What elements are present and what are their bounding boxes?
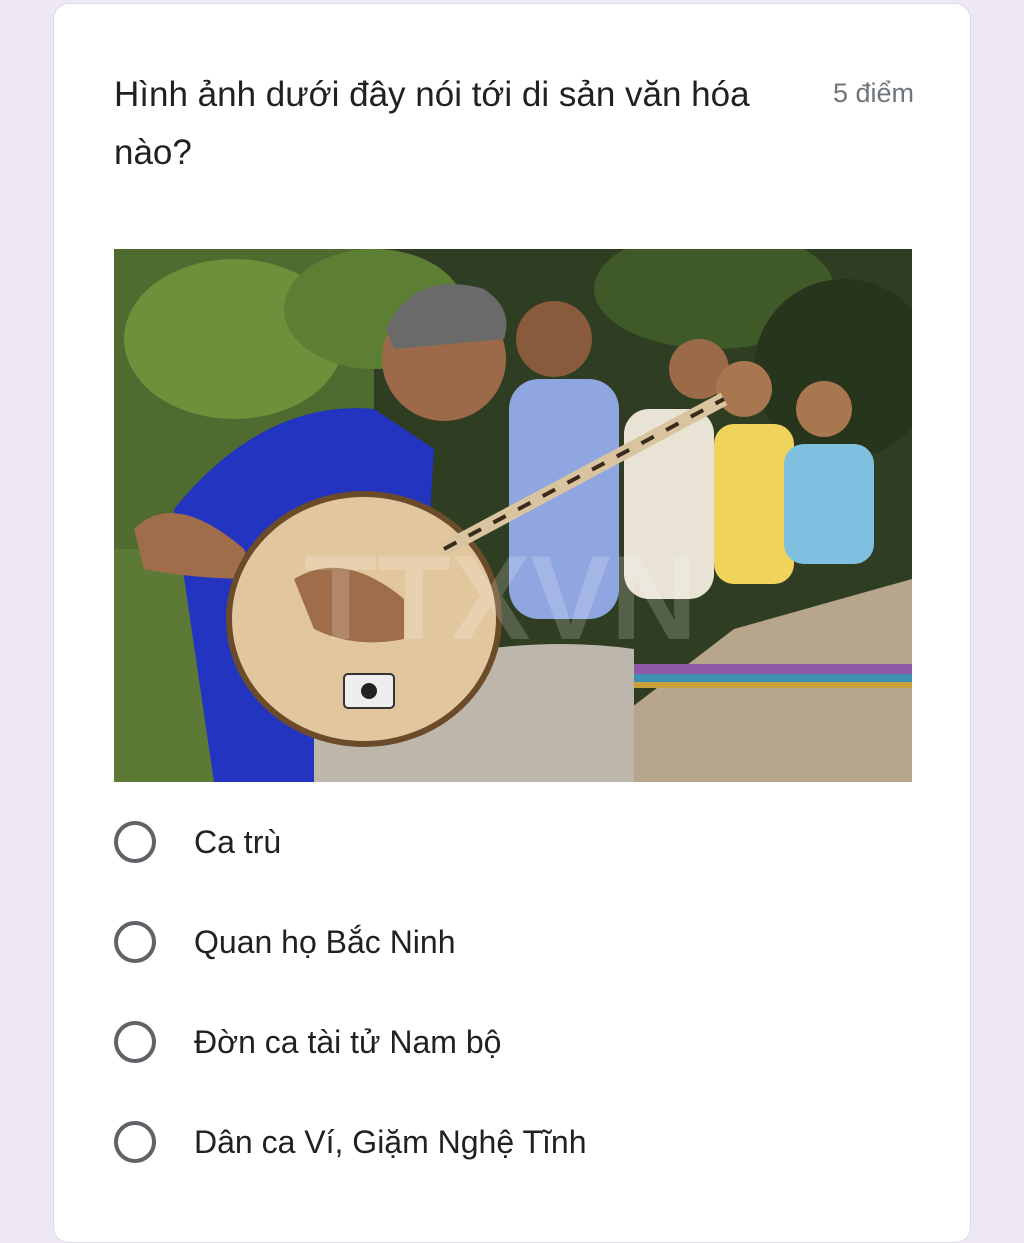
radio-button[interactable]	[114, 1121, 156, 1163]
option-dan-ca-vi-giam-nghe-tinh[interactable]: Dân ca Ví, Giặm Nghệ Tĩnh	[114, 1114, 914, 1174]
question-card: Hình ảnh dưới đây nói tới di sản văn hóa…	[53, 3, 971, 1243]
radio-button[interactable]	[114, 1021, 156, 1063]
points-label: 5 điểm	[832, 78, 914, 108]
option-don-ca-tai-tu-nam-bo[interactable]: Đờn ca tài tử Nam bộ	[114, 1014, 914, 1074]
musicians-photo: TTXVN	[114, 249, 912, 782]
option-ca-tru[interactable]: Ca trù	[114, 814, 914, 874]
question-title: Hình ảnh dưới đây nói tới di sản văn hóa…	[114, 75, 750, 172]
option-quan-ho-bac-ninh[interactable]: Quan họ Bắc Ninh	[114, 914, 914, 974]
option-label: Quan họ Bắc Ninh	[194, 924, 456, 960]
option-label: Dân ca Ví, Giặm Nghệ Tĩnh	[194, 1124, 587, 1160]
radio-button[interactable]	[114, 821, 156, 863]
option-label: Đờn ca tài tử Nam bộ	[194, 1024, 502, 1060]
option-label: Ca trù	[194, 824, 282, 860]
question-image: TTXVN	[114, 249, 912, 782]
watermark-text: TTXVN	[304, 531, 697, 665]
radio-button[interactable]	[114, 921, 156, 963]
